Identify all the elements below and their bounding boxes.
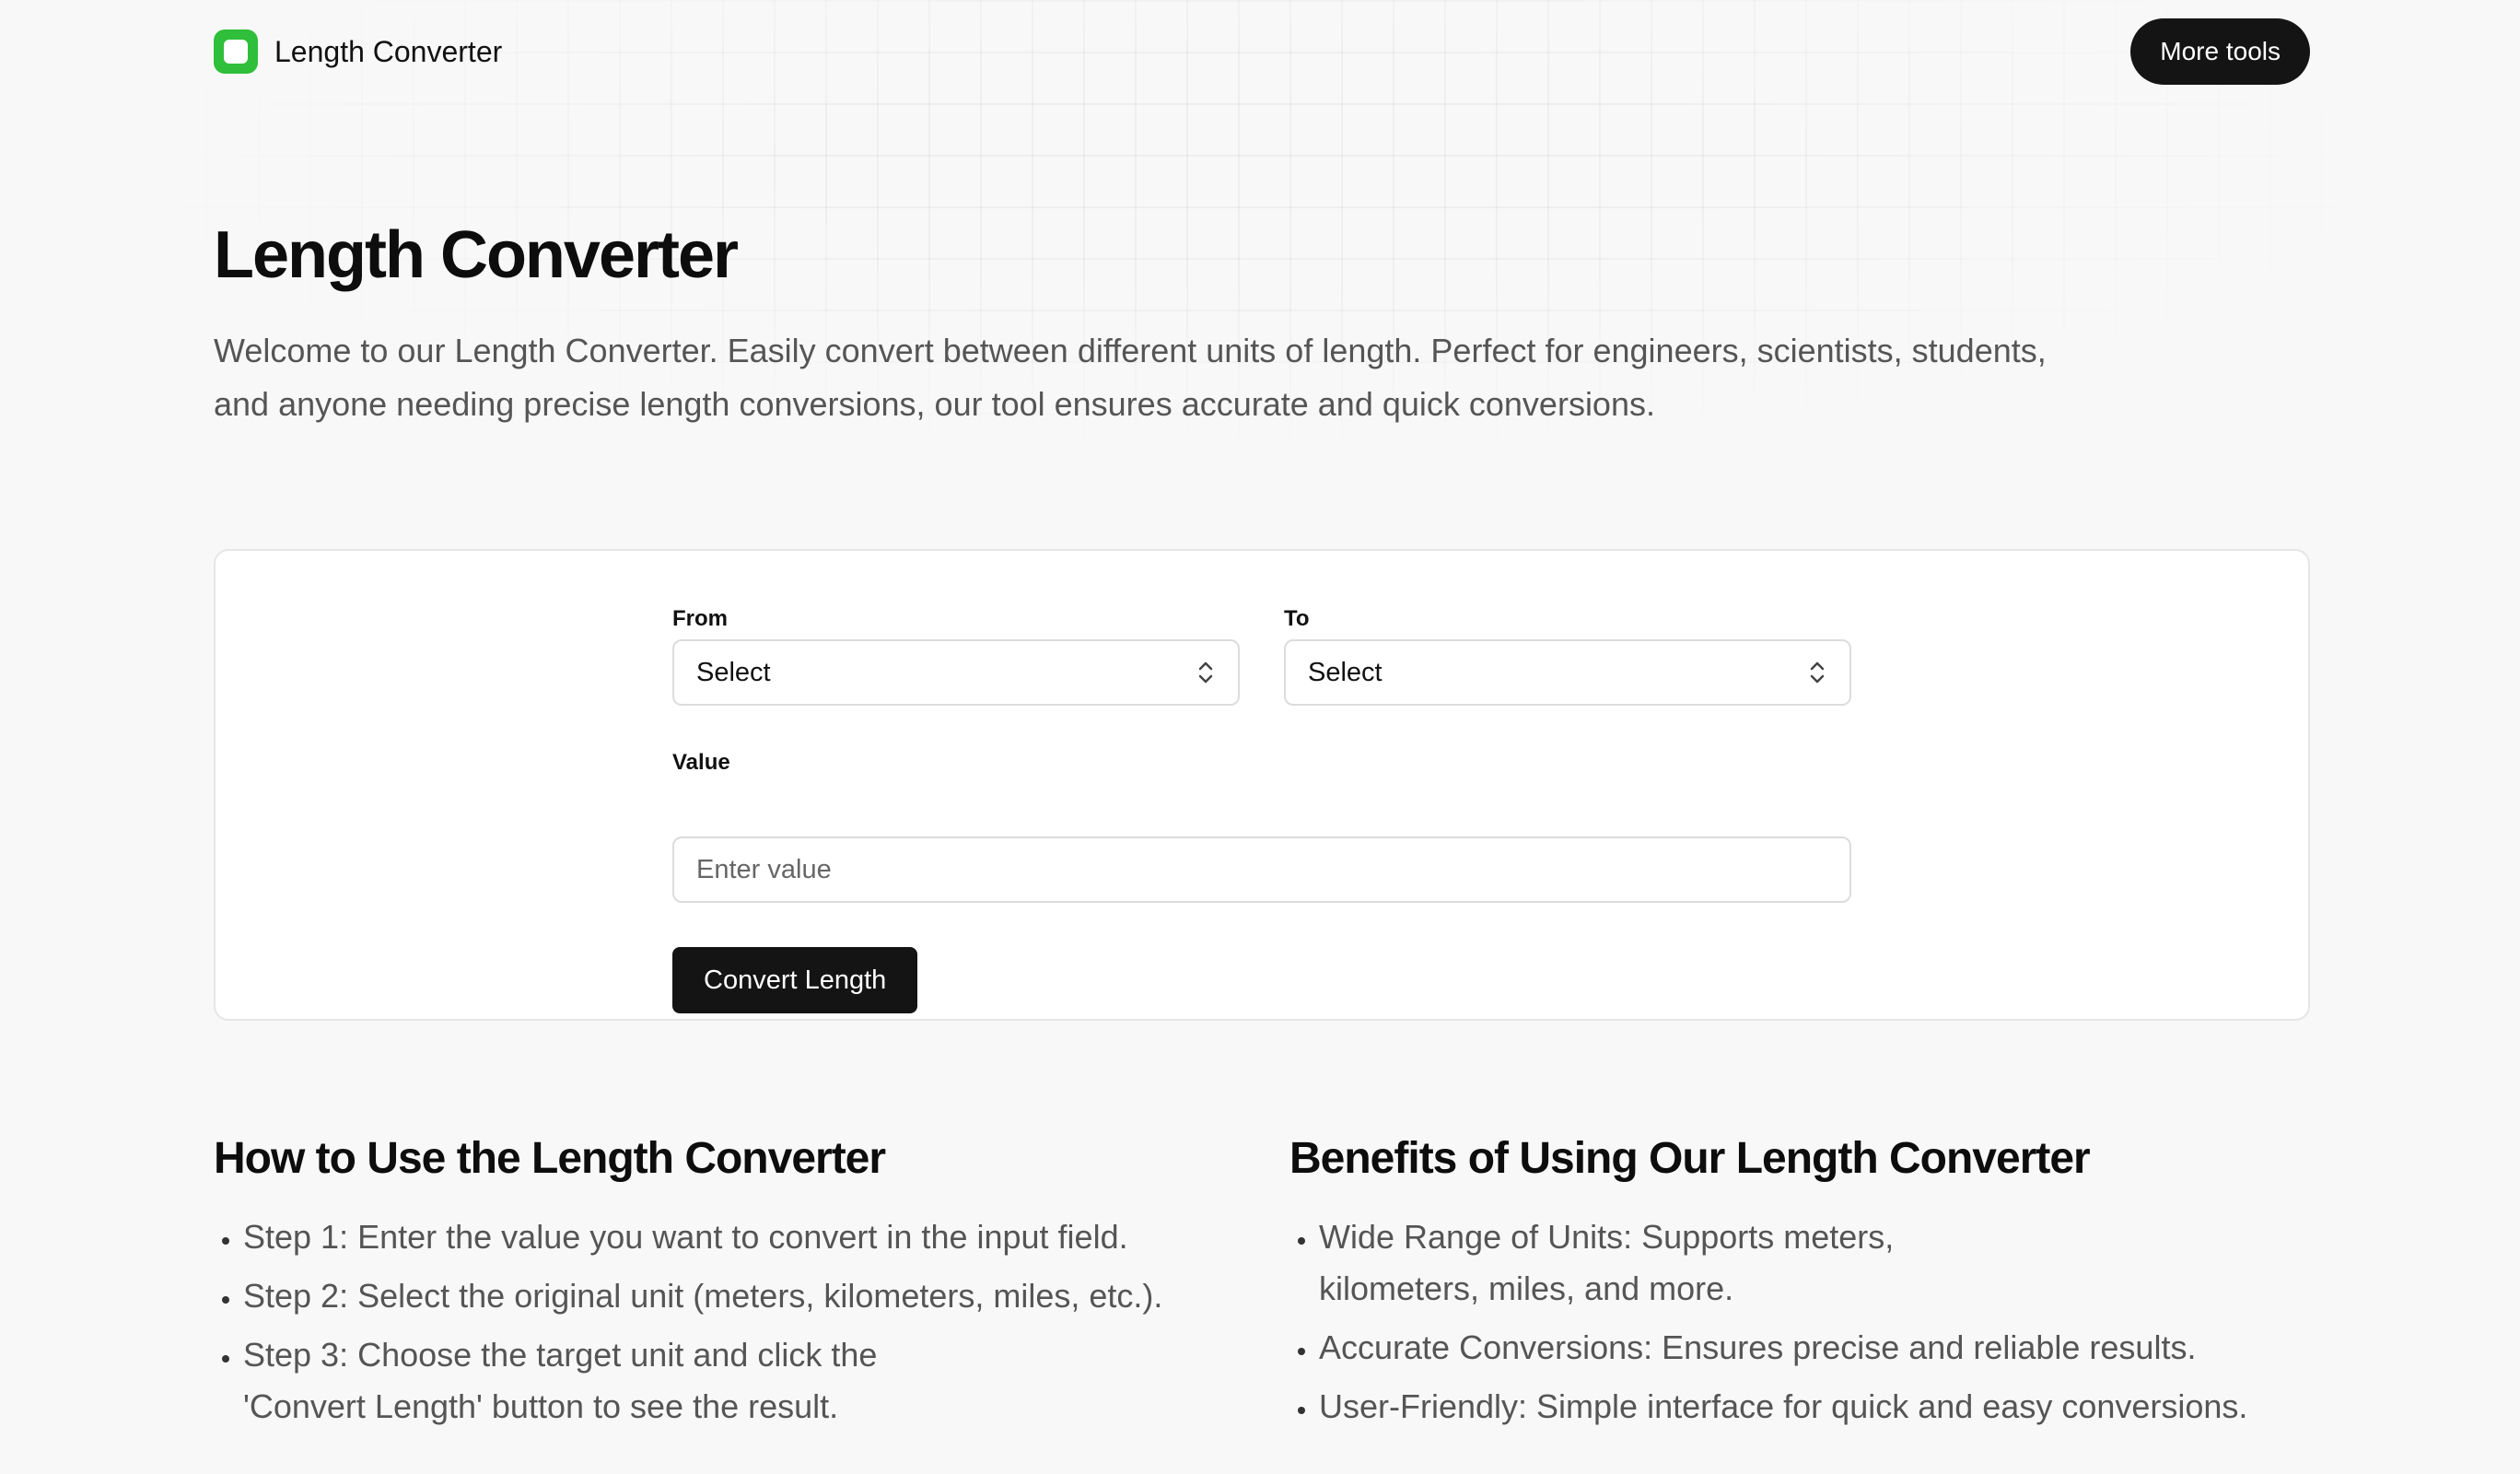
- list-item: Accurate Conversions: Ensures precise an…: [1319, 1322, 2310, 1374]
- list-item: Step 2: Select the original unit (meters…: [243, 1270, 1264, 1322]
- chevron-up-down-icon: [1810, 661, 1825, 684]
- how-to-list: Step 1: Enter the value you want to conv…: [214, 1211, 1264, 1433]
- list-item: User-Friendly: Simple interface for quic…: [1319, 1381, 2310, 1433]
- list-item: Step 1: Enter the value you want to conv…: [243, 1211, 1264, 1263]
- chevron-up-down-icon: [1198, 661, 1213, 684]
- how-to-section: How to Use the Length Converter Step 1: …: [214, 1133, 1264, 1440]
- from-label: From: [672, 606, 728, 631]
- page-description: Welcome to our Length Converter. Easily …: [214, 332, 2047, 423]
- brand-name: Length Converter: [274, 34, 503, 68]
- benefits-list: Wide Range of Units: Supports meters, ki…: [1289, 1211, 2310, 1433]
- convert-length-button[interactable]: Convert Length: [672, 947, 918, 1013]
- list-item: Wide Range of Units: Supports meters, ki…: [1319, 1211, 1908, 1315]
- from-unit-select[interactable]: Select: [672, 639, 1240, 706]
- more-tools-button[interactable]: More tools: [2130, 18, 2310, 85]
- site-header: Length Converter More tools: [214, 18, 2310, 85]
- page-title: Length Converter: [214, 218, 739, 292]
- value-label: Value: [672, 750, 730, 775]
- to-label: To: [1284, 606, 1310, 631]
- from-select-value: Select: [696, 657, 771, 687]
- benefits-title: Benefits of Using Our Length Converter: [1289, 1134, 2091, 1183]
- to-unit-select[interactable]: Select: [1284, 639, 1851, 706]
- to-select-value: Select: [1308, 657, 1382, 687]
- list-item: Step 3: Choose the target unit and click…: [243, 1329, 943, 1433]
- how-to-title: How to Use the Length Converter: [214, 1134, 886, 1183]
- benefits-section: Benefits of Using Our Length Converter W…: [1289, 1133, 2310, 1440]
- converter-card: From Select To Select Value Convert Leng…: [214, 549, 2310, 1021]
- rounded-square-logo-icon: [214, 29, 258, 74]
- value-input[interactable]: [672, 836, 1851, 903]
- brand[interactable]: Length Converter: [214, 29, 502, 74]
